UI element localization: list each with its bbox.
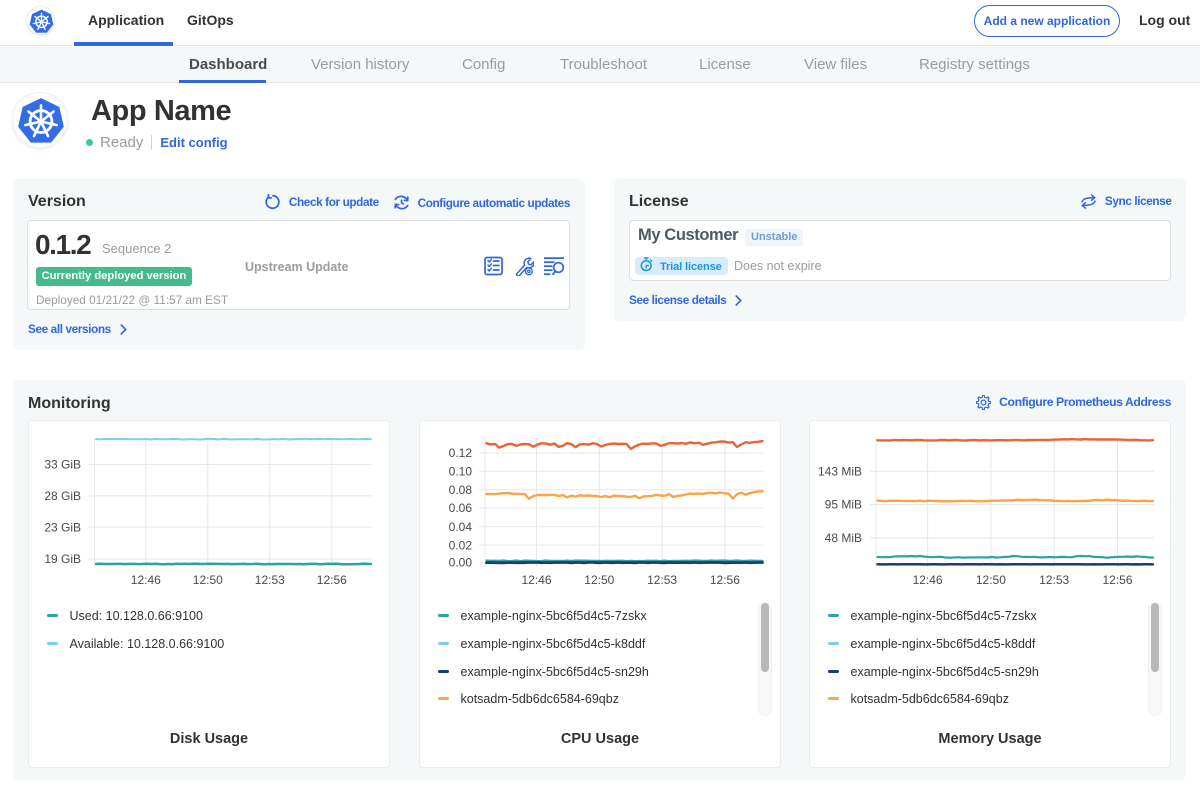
svg-text:12:53: 12:53 <box>1039 573 1069 587</box>
svg-text:12:46: 12:46 <box>521 573 551 587</box>
svg-text:12:53: 12:53 <box>647 573 677 587</box>
svg-text:33 GiB: 33 GiB <box>44 458 81 472</box>
svg-text:12:50: 12:50 <box>976 573 1006 587</box>
svg-text:12:46: 12:46 <box>913 573 943 587</box>
svg-text:0.02: 0.02 <box>449 538 473 552</box>
svg-text:95 MiB: 95 MiB <box>825 498 862 512</box>
svg-text:12:53: 12:53 <box>255 573 285 587</box>
svg-text:12:56: 12:56 <box>1102 573 1132 587</box>
svg-text:12:56: 12:56 <box>710 573 740 587</box>
svg-text:28 GiB: 28 GiB <box>44 489 81 503</box>
svg-text:0.06: 0.06 <box>449 501 473 515</box>
svg-text:0.04: 0.04 <box>449 520 473 534</box>
svg-text:0.12: 0.12 <box>449 446 473 460</box>
svg-text:12:46: 12:46 <box>131 573 161 587</box>
svg-text:0.10: 0.10 <box>449 465 473 479</box>
svg-text:12:56: 12:56 <box>317 573 347 587</box>
svg-text:12:50: 12:50 <box>193 573 223 587</box>
svg-text:0.08: 0.08 <box>449 483 473 497</box>
svg-text:23 GiB: 23 GiB <box>44 520 81 534</box>
svg-text:12:50: 12:50 <box>584 573 614 587</box>
svg-text:0.00: 0.00 <box>449 556 473 570</box>
svg-text:48 MiB: 48 MiB <box>825 531 862 545</box>
svg-text:19 GiB: 19 GiB <box>44 552 81 566</box>
svg-text:143 MiB: 143 MiB <box>818 464 862 478</box>
